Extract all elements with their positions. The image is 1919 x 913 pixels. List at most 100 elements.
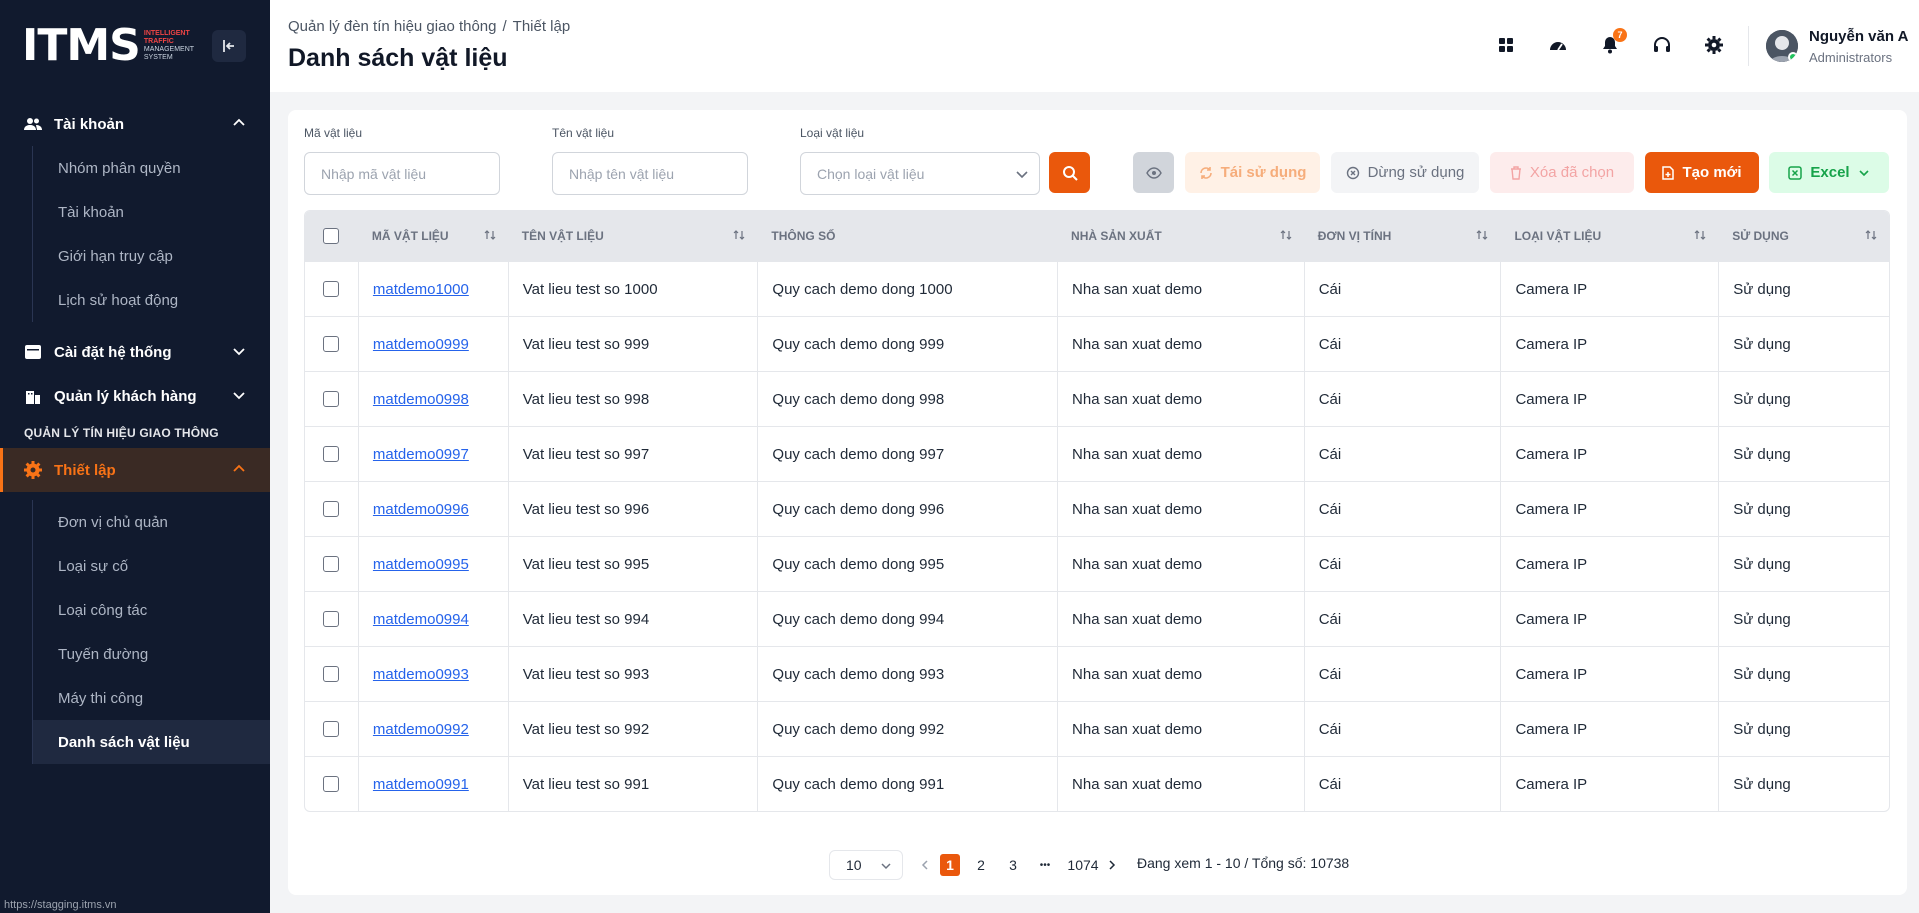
pagination-ellipsis[interactable]: ••• <box>1034 854 1056 876</box>
table-row[interactable]: matdemo0997 Vat lieu test so 997 Quy cach … <box>305 426 1889 481</box>
toggle-columns-button[interactable] <box>1133 152 1174 193</box>
material-code-link[interactable]: matdemo0997 <box>357 427 508 481</box>
row-checkbox[interactable] <box>323 776 340 792</box>
unit: Cái <box>1303 537 1501 591</box>
sidebar-item-material-list[interactable]: Danh sách vật liệu <box>33 720 270 764</box>
sidebar-item-work-types[interactable]: Loại công tác <box>33 588 270 632</box>
table-row[interactable]: matdemo0991 Vat lieu test so 991 Quy cach … <box>305 756 1889 811</box>
trash-icon <box>1510 165 1521 180</box>
settings-button[interactable] <box>1701 32 1727 58</box>
table-row[interactable]: matdemo0993 Vat lieu test so 993 Quy cach … <box>305 646 1889 701</box>
column-header-type[interactable]: LOẠI VẬT LIỆU <box>1500 211 1718 261</box>
row-checkbox[interactable] <box>323 611 340 627</box>
material-name: Vat lieu test so 1000 <box>507 262 758 316</box>
select-all-checkbox[interactable] <box>323 228 340 244</box>
table-row[interactable]: matdemo0994 Vat lieu test so 994 Quy cach … <box>305 591 1889 646</box>
material-name: Vat lieu test so 995 <box>507 537 758 591</box>
table-row[interactable]: matdemo0995 Vat lieu test so 995 Quy cach … <box>305 536 1889 591</box>
row-select-cell <box>305 372 358 426</box>
excel-export-button[interactable]: Excel <box>1769 152 1889 193</box>
column-header-usage[interactable]: SỬ DỤNG <box>1718 211 1889 261</box>
dashboard-button[interactable] <box>1545 32 1571 58</box>
notifications-button[interactable]: 7 <box>1597 28 1627 58</box>
sidebar-item-machines[interactable]: Máy thi công <box>33 676 270 720</box>
row-checkbox[interactable] <box>323 666 340 682</box>
sort-icon[interactable] <box>484 229 496 241</box>
page-size-select[interactable]: 10 <box>829 850 903 880</box>
sidebar-item-routes[interactable]: Tuyến đường <box>33 632 270 676</box>
sort-icon[interactable] <box>1694 229 1706 241</box>
sidebar-item-managing-units[interactable]: Đơn vị chủ quản <box>33 500 270 544</box>
row-checkbox[interactable] <box>323 501 340 517</box>
nav-group-label: Thiết lập <box>54 461 116 479</box>
material-code-link[interactable]: matdemo0992 <box>357 702 508 756</box>
stop-using-button[interactable]: Dừng sử dụng <box>1331 152 1479 193</box>
prev-page-button[interactable] <box>918 854 932 876</box>
circle-x-icon <box>1346 166 1359 179</box>
column-header-unit[interactable]: ĐƠN VỊ TÍNH <box>1304 211 1501 261</box>
table-row[interactable]: matdemo0999 Vat lieu test so 999 Quy cach … <box>305 316 1889 371</box>
material-code-link[interactable]: matdemo0995 <box>357 537 508 591</box>
page-button-1[interactable]: 1 <box>940 854 960 876</box>
column-header-manufacturer[interactable]: NHÀ SẢN XUẤT <box>1057 211 1304 261</box>
table-row[interactable]: matdemo0992 Vat lieu test so 992 Quy cach … <box>305 701 1889 756</box>
search-button[interactable] <box>1049 152 1090 193</box>
apps-button[interactable] <box>1493 32 1519 58</box>
table-row[interactable]: matdemo0998 Vat lieu test so 998 Quy cach … <box>305 371 1889 426</box>
user-name[interactable]: Nguyễn văn A <box>1809 28 1908 45</box>
nav-group-system-settings[interactable]: Cài đặt hệ thống <box>0 330 270 374</box>
sidebar-item-accounts[interactable]: Tài khoản <box>33 190 270 234</box>
material-code-link[interactable]: matdemo0998 <box>357 372 508 426</box>
row-checkbox[interactable] <box>323 721 340 737</box>
support-button[interactable] <box>1649 32 1675 58</box>
sort-icon[interactable] <box>1476 229 1488 241</box>
delete-selected-button[interactable]: Xóa đã chọn <box>1490 152 1634 193</box>
sort-icon[interactable] <box>1280 229 1292 241</box>
nav-group-account[interactable]: Tài khoản <box>0 102 270 146</box>
row-checkbox[interactable] <box>323 391 340 407</box>
avatar[interactable] <box>1766 30 1798 62</box>
material-code-link[interactable]: matdemo0996 <box>357 482 508 536</box>
online-status-dot <box>1788 52 1798 62</box>
sidebar-item-permission-groups[interactable]: Nhóm phân quyền <box>33 146 270 190</box>
breadcrumb-item[interactable]: Thiết lập <box>513 18 571 35</box>
row-checkbox[interactable] <box>323 556 340 572</box>
page-button-3[interactable]: 3 <box>1003 854 1023 876</box>
sort-icon[interactable] <box>1865 229 1877 241</box>
material-code-link[interactable]: matdemo0993 <box>357 647 508 701</box>
manufacturer: Nha san xuat demo <box>1057 757 1304 811</box>
table-row[interactable]: matdemo0996 Vat lieu test so 996 Quy cach … <box>305 481 1889 536</box>
material-code-link[interactable]: matdemo1000 <box>357 262 508 316</box>
create-new-button[interactable]: Tạo mới <box>1645 152 1759 193</box>
logo-line: SYSTEM <box>143 54 173 61</box>
logo[interactable]: ITMS INTELLIGENT TRAFFIC MANAGEMENT SYST… <box>0 0 270 92</box>
material-code-link[interactable]: matdemo0991 <box>357 757 508 811</box>
sidebar-item-access-limits[interactable]: Giới hạn truy cập <box>33 234 270 278</box>
nav-group-setup[interactable]: Thiết lập <box>0 448 270 492</box>
name-filter-input[interactable]: Nhập tên vật liệu <box>552 152 748 195</box>
breadcrumb-item[interactable]: Quản lý đèn tín hiệu giao thông <box>288 18 497 35</box>
sort-icon[interactable] <box>733 229 745 241</box>
material-code-link[interactable]: matdemo0999 <box>357 317 508 371</box>
user-role: Administrators <box>1809 50 1893 65</box>
page-button-2[interactable]: 2 <box>971 854 991 876</box>
row-checkbox[interactable] <box>323 446 340 462</box>
row-checkbox[interactable] <box>323 281 340 297</box>
material-code-link[interactable]: matdemo0994 <box>357 592 508 646</box>
reuse-button-label: Tái sử dụng <box>1220 164 1307 181</box>
next-page-button[interactable] <box>1105 854 1119 876</box>
collapse-sidebar-button[interactable] <box>212 30 246 62</box>
row-checkbox[interactable] <box>323 336 340 352</box>
nav-group-customers[interactable]: Quản lý khách hàng <box>0 374 270 418</box>
sidebar-item-activity-history[interactable]: Lịch sử hoạt động <box>33 278 270 322</box>
manufacturer: Nha san xuat demo <box>1057 537 1304 591</box>
table-row[interactable]: matdemo1000 Vat lieu test so 1000 Quy cach… <box>305 261 1889 316</box>
code-filter-input[interactable]: Nhập mã vật liệu <box>304 152 500 195</box>
page-button-last[interactable]: 1074 <box>1065 854 1101 876</box>
type-filter-select[interactable]: Chọn loại vật liệu <box>800 152 1040 195</box>
reuse-button[interactable]: Tái sử dụng <box>1185 152 1320 193</box>
column-header-code[interactable]: MÃ VẬT LIỆU <box>358 211 508 261</box>
row-select-cell <box>305 702 358 756</box>
sidebar-item-incident-types[interactable]: Loại sự cố <box>33 544 270 588</box>
column-header-name[interactable]: TÊN VẬT LIỆU <box>508 211 758 261</box>
